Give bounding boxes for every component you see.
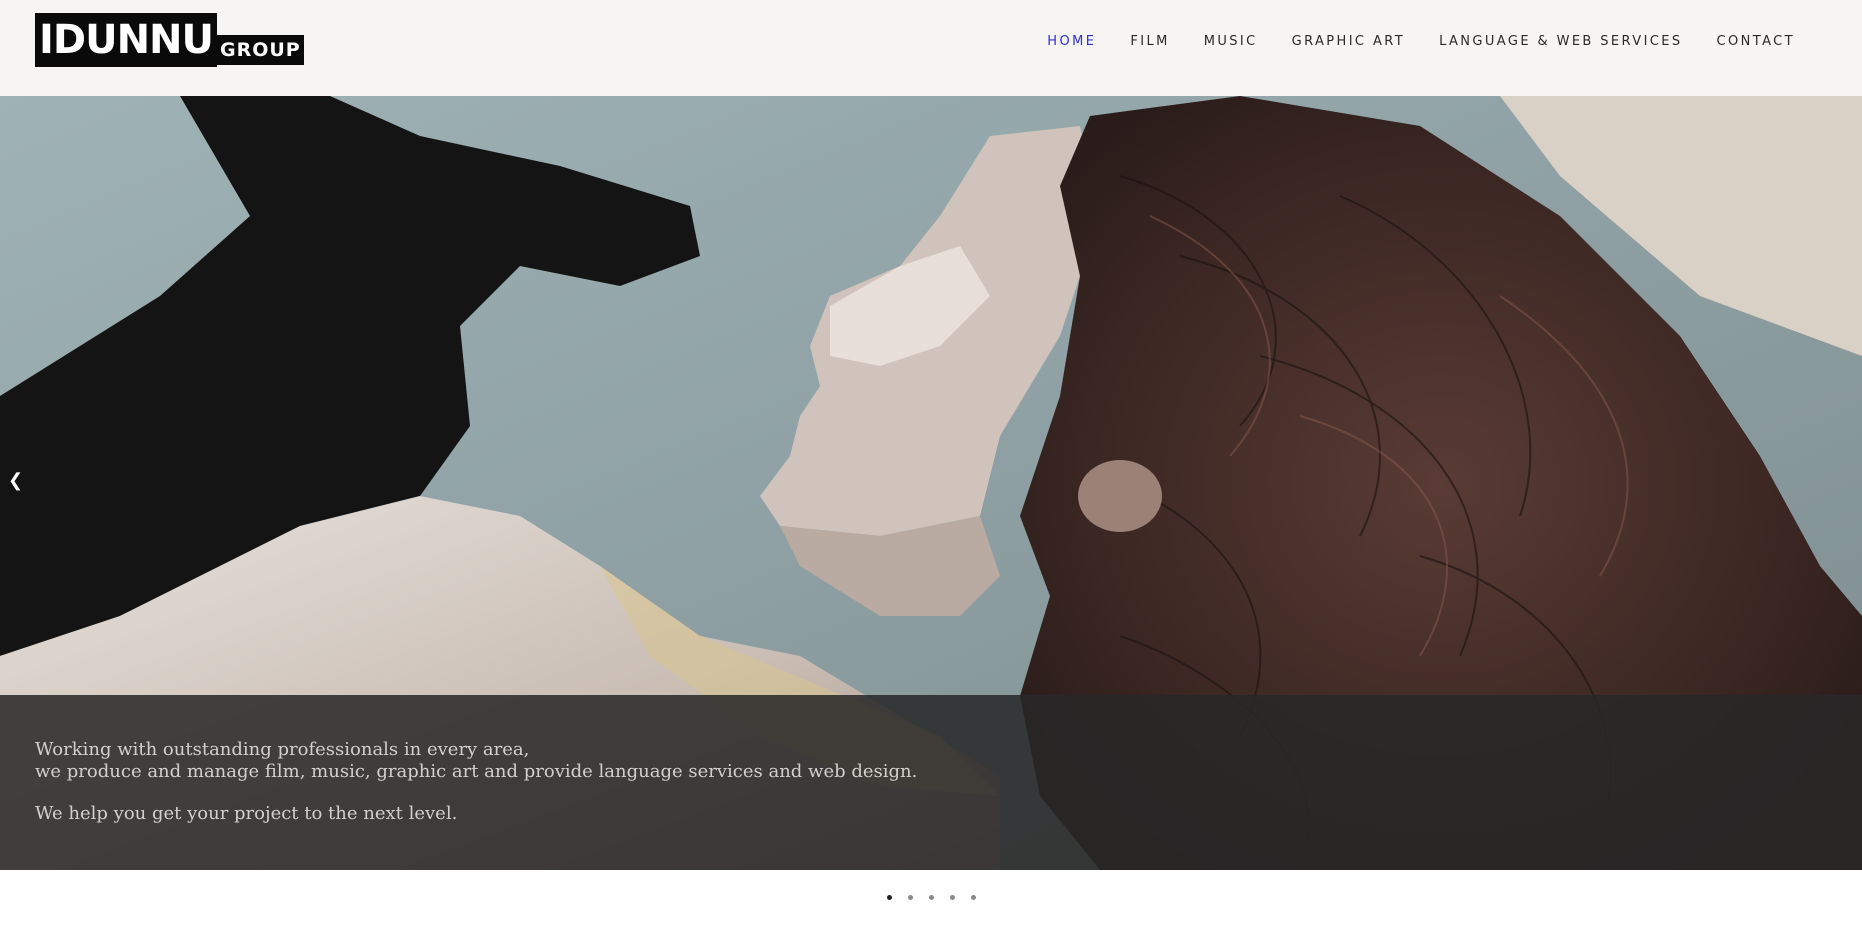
slider-dot-1[interactable] [886,895,892,900]
nav-music[interactable]: MUSIC [1204,30,1258,54]
nav-home[interactable]: HOME [1047,30,1096,54]
chevron-left-icon[interactable]: ❮ [8,470,23,491]
nav-contact[interactable]: CONTACT [1717,30,1795,54]
slider-dot-5[interactable] [970,895,976,900]
slider-dot-4[interactable] [949,895,955,900]
hero-slider[interactable]: ❮ Working with outstanding professionals… [0,96,1862,870]
nav-language-web-services[interactable]: LANGUAGE & WEB SERVICES [1439,30,1682,54]
slider-dot-3[interactable] [928,895,934,900]
site-header: IDUNNU GROUP HOME FILM MUSIC GRAPHIC ART… [0,0,1862,96]
logo-main-text: IDUNNU [35,13,217,67]
nav-film[interactable]: FILM [1130,30,1169,54]
caption-line-1: Working with outstanding professionals i… [35,739,530,760]
slider-pagination [0,895,1862,900]
caption-text: Working with outstanding professionals i… [35,739,917,825]
main-nav: HOME FILM MUSIC GRAPHIC ART LANGUAGE & W… [1013,30,1795,54]
logo-sub-text: GROUP [217,35,304,65]
caption-line-3: We help you get your project to the next… [35,803,458,824]
nav-graphic-art[interactable]: GRAPHIC ART [1292,30,1405,54]
logo[interactable]: IDUNNU GROUP [35,13,304,67]
caption-line-2: we produce and manage film, music, graph… [35,761,918,782]
slide-caption: Working with outstanding professionals i… [0,695,1862,870]
slider-dot-2[interactable] [907,895,913,900]
